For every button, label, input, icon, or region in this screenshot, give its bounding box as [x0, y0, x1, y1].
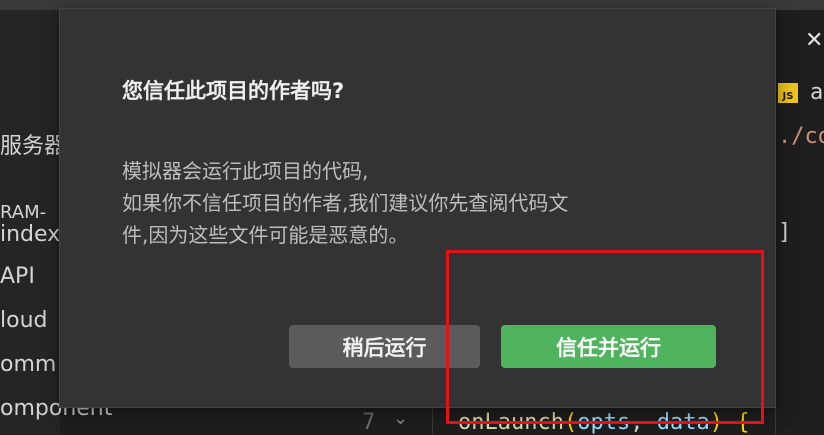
code-comma: ,: [630, 410, 657, 435]
line-number: 7: [362, 410, 376, 435]
code-brace-open: {: [736, 410, 750, 435]
code-param-data: data: [656, 410, 710, 435]
code-line-onlaunch: onLaunch(opts, data) {: [458, 410, 749, 435]
code-fragment: a: [810, 80, 824, 105]
code-function-name: onLaunch: [458, 410, 564, 435]
sidebar-item-common[interactable]: omm: [0, 352, 56, 377]
trust-and-run-button[interactable]: 信任并运行: [501, 325, 716, 368]
dialog-message-line: 模拟器会运行此项目的代码,: [122, 159, 369, 183]
dialog-message-line: 件,因为这些文件可能是恶意的。: [122, 223, 409, 247]
dialog-message: 模拟器会运行此项目的代码, 如果你不信任项目的作者,我们建议你先查阅代码文 件,…: [122, 155, 568, 251]
sidebar-item-api[interactable]: API: [0, 264, 35, 289]
sidebar-item-server[interactable]: 服务器: [0, 128, 66, 160]
dialog-message-line: 如果你不信任项目的作者,我们建议你先查阅代码文: [122, 191, 569, 215]
sidebar: 服务器 RAM- index API loud omm omponent: [0, 10, 112, 434]
sidebar-item-cloud[interactable]: loud: [0, 308, 47, 333]
run-later-button[interactable]: 稍后运行: [289, 325, 480, 368]
sidebar-item-ram[interactable]: RAM-: [0, 202, 46, 223]
chevron-down-icon[interactable]: ⌄: [393, 408, 408, 429]
code-string-fragment: ./co: [778, 124, 824, 149]
trust-author-dialog: 您信任此项目的作者吗? 模拟器会运行此项目的代码, 如果你不信任项目的作者,我们…: [59, 8, 776, 408]
sidebar-item-index[interactable]: index: [0, 222, 60, 247]
dialog-title: 您信任此项目的作者吗?: [122, 79, 345, 103]
close-tab-icon[interactable]: ✕: [805, 28, 823, 53]
js-file-icon: JS: [778, 83, 798, 103]
code-paren-open: (: [563, 410, 578, 435]
code-param-opts: opts: [577, 410, 631, 435]
code-paren-close: ): [709, 410, 723, 435]
code-bracket-fragment: ]: [778, 220, 792, 245]
